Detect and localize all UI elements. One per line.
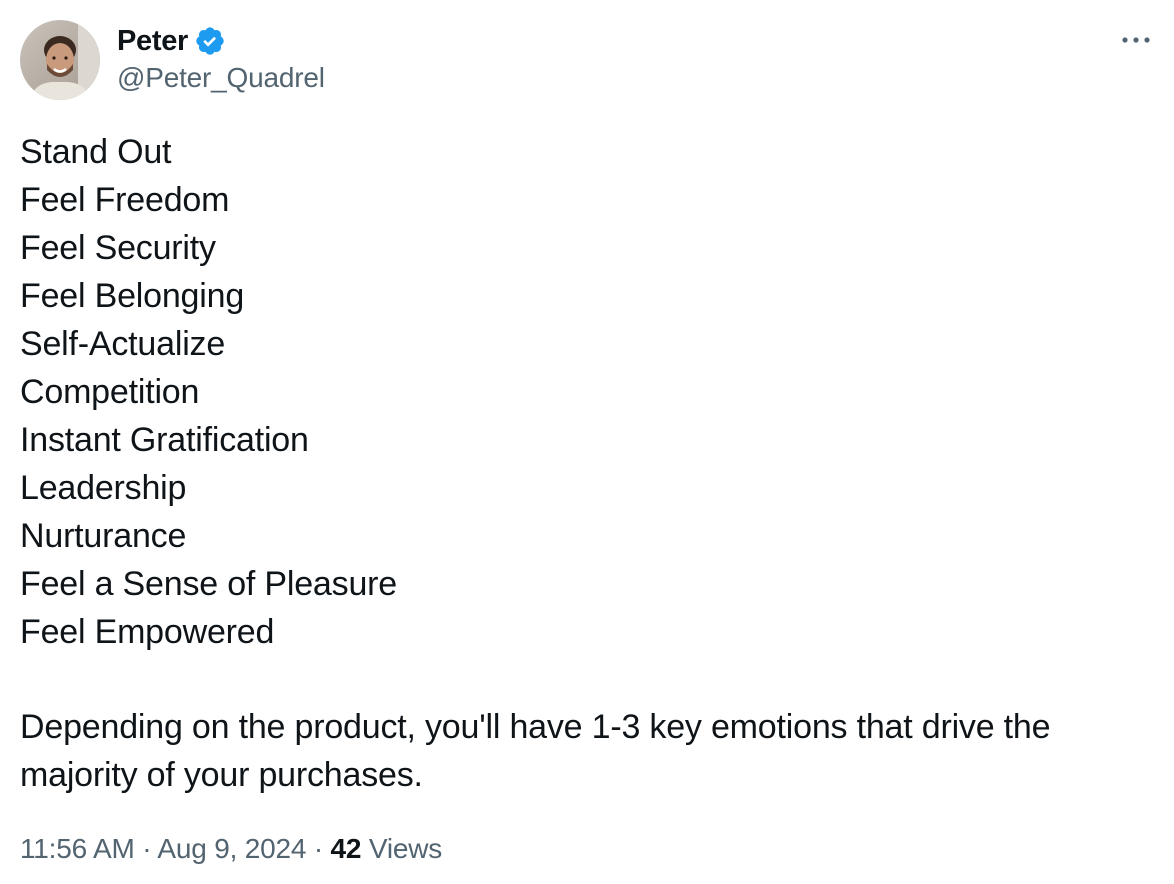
avatar-image (20, 20, 100, 100)
tweet-line: Instant Gratification (20, 421, 309, 459)
more-options-button[interactable] (1118, 26, 1154, 54)
verified-badge-icon[interactable] (194, 25, 226, 57)
tweet-line: Feel Belonging (20, 277, 245, 315)
tweet-date[interactable]: Aug 9, 2024 (157, 833, 306, 864)
avatar[interactable] (20, 20, 100, 100)
author-name-row: Peter (117, 22, 226, 60)
views-label: Views (368, 833, 443, 864)
tweet-line: Feel Empowered (20, 613, 275, 651)
tweet-line: Competition (20, 373, 200, 411)
tweet-line: Self-Actualize (20, 325, 226, 363)
display-name[interactable]: Peter (117, 25, 188, 58)
tweet-line: Feel a Sense of Pleasure (20, 565, 397, 603)
tweet-body-list: Stand Out Feel Freedom Feel Security Fee… (20, 128, 1140, 656)
tweet-time[interactable]: 11:56 AM (20, 833, 135, 864)
tweet-line: Leadership (20, 469, 187, 507)
more-horizontal-icon (1122, 37, 1150, 43)
tweet-metadata: 11:56 AM · Aug 9, 2024 · 42 Views (20, 833, 442, 865)
tweet-line: Feel Security (20, 229, 216, 267)
tweet: Peter @Peter_Quadrel Stand Out Feel Free… (0, 0, 1174, 884)
tweet-line: Nurturance (20, 517, 187, 555)
author-handle[interactable]: @Peter_Quadrel (117, 62, 325, 94)
meta-separator: · (142, 833, 158, 864)
meta-separator: · (313, 833, 331, 864)
views-count[interactable]: 42 (331, 833, 362, 864)
tweet-line: Feel Freedom (20, 181, 230, 219)
tweet-summary: Depending on the product, you'll have 1-… (20, 708, 1051, 794)
tweet-line: Stand Out (20, 133, 172, 171)
